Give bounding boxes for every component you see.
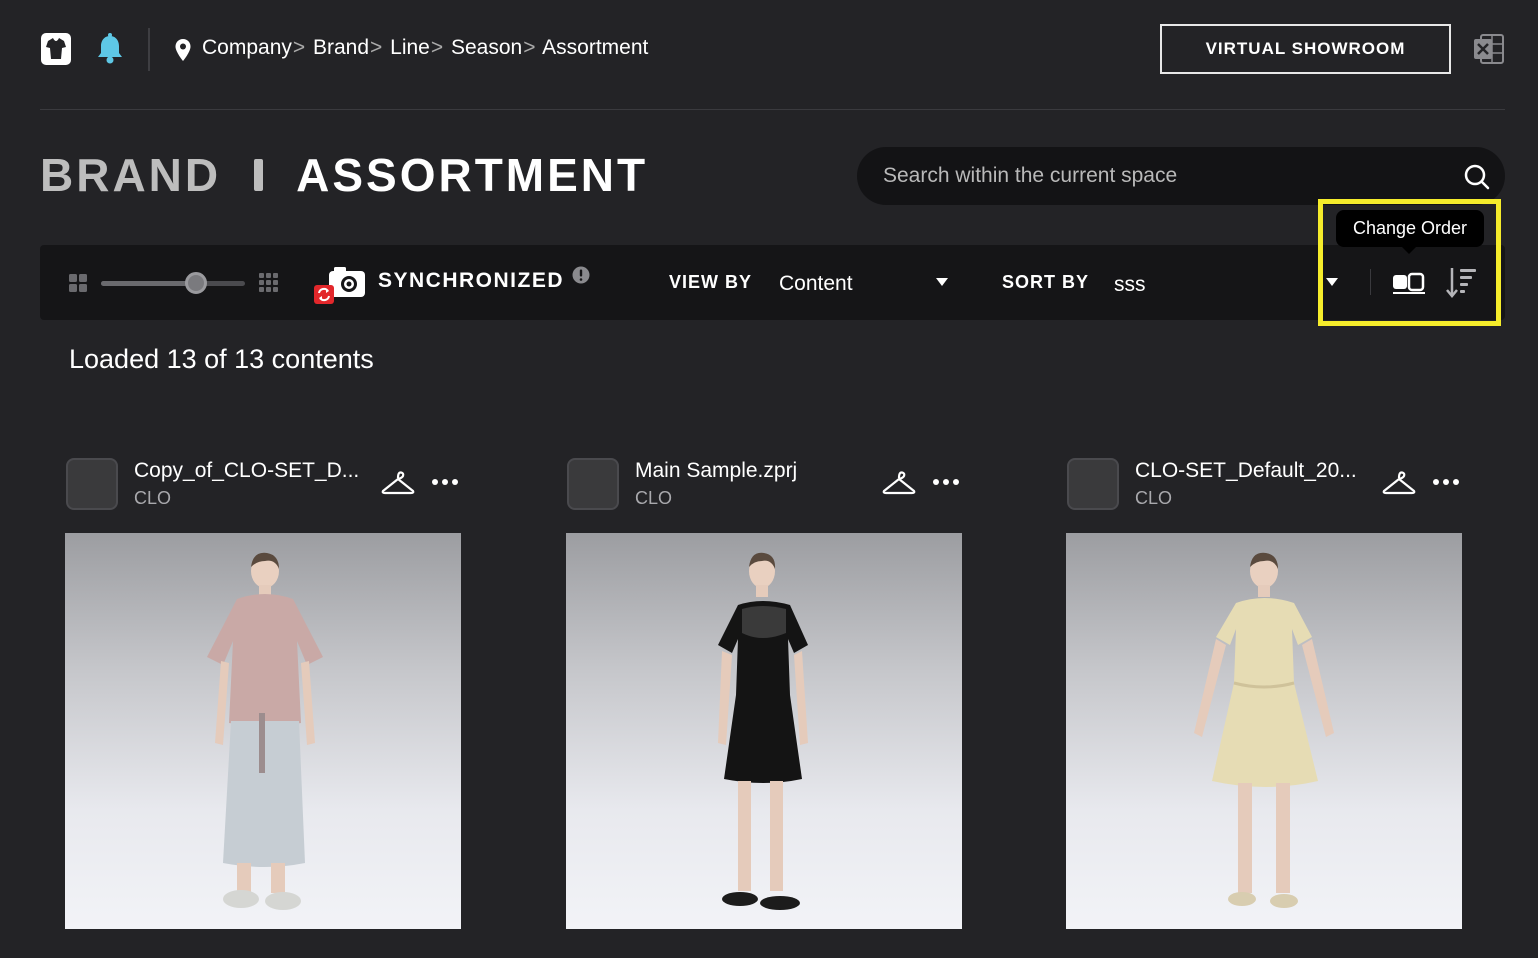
content-thumbnail[interactable] <box>566 533 962 929</box>
page-title-assortment: ASSORTMENT <box>296 149 649 201</box>
page-title-brand: BRAND <box>40 149 222 201</box>
sort-by-label: SORT BY <box>1002 272 1090 292</box>
search-bar <box>857 147 1505 205</box>
more-options-icon[interactable] <box>1432 470 1460 494</box>
sort-by-select[interactable]: sss <box>1114 273 1146 297</box>
synchronized-camera-icon[interactable] <box>312 265 368 305</box>
content-owner: CLO <box>1135 488 1173 508</box>
slider-fill <box>101 281 196 286</box>
slider-thumb[interactable] <box>185 272 207 294</box>
sync-status-label: SYNCHRONIZED <box>378 269 565 292</box>
breadcrumb-line[interactable]: Line <box>390 36 430 59</box>
clo-logo-icon[interactable] <box>40 32 72 66</box>
breadcrumb-company[interactable]: Company <box>202 36 292 59</box>
content-thumbnail[interactable] <box>1066 533 1462 929</box>
title-divider <box>254 159 264 191</box>
content-card[interactable]: Main Sample.zprj CLO <box>566 458 966 958</box>
breadcrumb-brand[interactable]: Brand <box>313 36 369 59</box>
content-toolbar: SYNCHRONIZED VIEW BY Content SORT BY sss <box>40 245 1505 320</box>
select-checkbox[interactable] <box>66 458 118 510</box>
header-divider <box>148 28 150 71</box>
content-card[interactable]: CLO-SET_Default_20... CLO <box>1066 458 1466 958</box>
avatar-figure-image <box>718 552 808 910</box>
select-checkbox[interactable] <box>1067 458 1119 510</box>
info-icon[interactable] <box>572 266 590 284</box>
content-thumbnail[interactable] <box>65 533 461 929</box>
avatar-figure-image <box>207 552 323 910</box>
breadcrumb-assortment[interactable]: Assortment <box>542 36 648 59</box>
location-pin-icon <box>175 39 191 61</box>
content-card[interactable]: Copy_of_CLO-SET_D... CLO <box>65 458 465 958</box>
virtual-showroom-button[interactable]: VIRTUAL SHOWROOM <box>1160 24 1451 74</box>
breadcrumb-separator: > <box>370 36 383 59</box>
display-mode-toggle-icon[interactable] <box>1392 269 1426 295</box>
small-grid-icon[interactable] <box>69 274 87 292</box>
select-checkbox[interactable] <box>567 458 619 510</box>
loaded-count-text: Loaded 13 of 13 contents <box>69 344 374 374</box>
top-bar: Company> Brand> Line> Season> Assortment… <box>40 0 1505 110</box>
view-by-dropdown-icon[interactable] <box>936 278 948 286</box>
search-icon[interactable] <box>1463 163 1491 191</box>
hanger-icon[interactable] <box>1382 470 1416 496</box>
content-owner: CLO <box>635 488 673 508</box>
breadcrumb-separator: > <box>430 36 444 59</box>
thumbnail-size-slider[interactable] <box>101 272 245 294</box>
hanger-icon[interactable] <box>882 470 916 496</box>
content-owner: CLO <box>134 488 172 508</box>
sort-by-dropdown-icon[interactable] <box>1326 278 1338 286</box>
toolbar-divider <box>1370 269 1371 295</box>
content-name[interactable]: CLO-SET_Default_20... <box>1135 459 1375 483</box>
excel-export-icon[interactable] <box>1472 32 1506 66</box>
breadcrumb-separator: > <box>523 36 536 59</box>
breadcrumb: Company> Brand> Line> Season> Assortment <box>202 36 648 60</box>
search-input[interactable] <box>883 147 1443 205</box>
breadcrumb-separator: > <box>292 36 306 59</box>
more-options-icon[interactable] <box>431 470 459 494</box>
content-name[interactable]: Copy_of_CLO-SET_D... <box>134 459 374 483</box>
avatar-figure-image <box>1194 552 1334 908</box>
content-name[interactable]: Main Sample.zprj <box>635 459 875 483</box>
more-options-icon[interactable] <box>932 470 960 494</box>
view-by-select[interactable]: Content <box>779 272 853 296</box>
change-order-icon[interactable] <box>1444 265 1478 299</box>
view-by-label: VIEW BY <box>669 272 753 292</box>
breadcrumb-season[interactable]: Season <box>451 36 522 59</box>
hanger-icon[interactable] <box>381 470 415 496</box>
change-order-tooltip: Change Order <box>1336 210 1484 254</box>
large-grid-icon[interactable] <box>259 273 278 292</box>
page-title: BRAND ASSORTMENT <box>40 148 648 202</box>
notification-bell-icon[interactable] <box>95 33 125 65</box>
